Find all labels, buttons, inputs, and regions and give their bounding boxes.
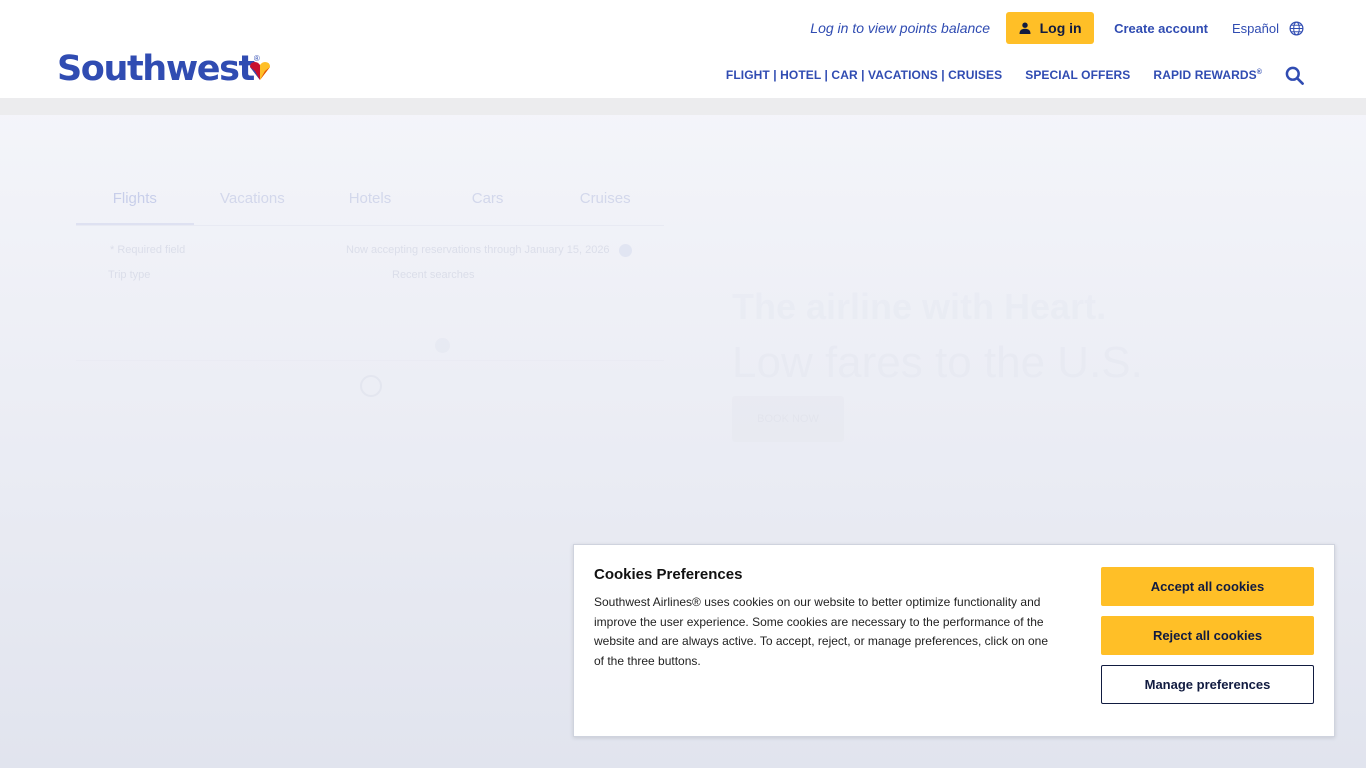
- nav-booking[interactable]: FLIGHT | HOTEL | CAR | VACATIONS | CRUIS…: [726, 68, 1002, 82]
- tab-cruises[interactable]: Cruises: [546, 188, 664, 225]
- hero-title: The airline with Heart.: [732, 286, 1107, 327]
- recent-searches-link[interactable]: Recent searches: [392, 269, 475, 281]
- form-divider: [76, 360, 664, 361]
- login-button-label: Log in: [1039, 20, 1082, 36]
- tab-hotels[interactable]: Hotels: [311, 188, 429, 225]
- cookie-dialog-text: Southwest Airlines® uses cookies on our …: [594, 595, 1049, 668]
- points-balance-link[interactable]: Log in to view points balance: [810, 20, 990, 36]
- globe-icon: [1289, 21, 1304, 35]
- tab-vacations[interactable]: Vacations: [194, 188, 312, 225]
- accept-all-cookies-button[interactable]: Accept all cookies: [1101, 567, 1314, 606]
- hero-cta-button[interactable]: BOOK NOW: [732, 396, 844, 442]
- tab-cars[interactable]: Cars: [429, 188, 547, 225]
- reject-all-cookies-button[interactable]: Reject all cookies: [1101, 616, 1314, 655]
- user-icon: [1019, 22, 1031, 34]
- nav-rapid-rewards[interactable]: RAPID REWARDS®: [1153, 68, 1262, 82]
- utility-bar: Log in to view points balance Log in Cre…: [810, 12, 1304, 44]
- southwest-logo[interactable]: Southwest ®: [57, 49, 270, 89]
- tab-flights[interactable]: Flights: [76, 188, 194, 225]
- southwest-heart-icon: [250, 62, 270, 80]
- manage-preferences-button[interactable]: Manage preferences: [1101, 665, 1314, 704]
- booking-window-note: Now accepting reservations through Janua…: [346, 244, 610, 256]
- swap-icon[interactable]: [360, 375, 382, 397]
- site-header: Southwest ® Log in to view points balanc…: [0, 0, 1366, 98]
- cookie-dialog-title: Cookies Preferences: [594, 566, 743, 583]
- cookie-preferences-dialog: Cookies Preferences Southwest Airlines® …: [573, 544, 1335, 737]
- required-field-note: * Required field: [110, 244, 186, 256]
- create-account-link[interactable]: Create account: [1114, 21, 1208, 36]
- trip-type-label: Trip type: [108, 269, 151, 281]
- logo-wordmark: Southwest: [57, 49, 255, 89]
- search-icon[interactable]: [1285, 66, 1304, 85]
- login-button[interactable]: Log in: [1006, 12, 1095, 44]
- hero-top-band: [0, 98, 1366, 115]
- nav-rapid-rewards-reg: ®: [1256, 69, 1262, 76]
- booking-tabs: Flights Vacations Hotels Cars Cruises: [76, 188, 664, 226]
- main-navigation: FLIGHT | HOTEL | CAR | VACATIONS | CRUIS…: [726, 64, 1304, 86]
- language-toggle[interactable]: Español: [1232, 21, 1304, 36]
- language-label: Español: [1232, 20, 1279, 36]
- nav-rapid-rewards-label: RAPID REWARDS: [1153, 68, 1257, 82]
- hero-subtitle: Low fares to the U.S.: [732, 338, 1143, 387]
- info-icon[interactable]: [619, 244, 632, 257]
- form-info-icon: [435, 338, 450, 353]
- nav-special-offers[interactable]: SPECIAL OFFERS: [1025, 68, 1130, 82]
